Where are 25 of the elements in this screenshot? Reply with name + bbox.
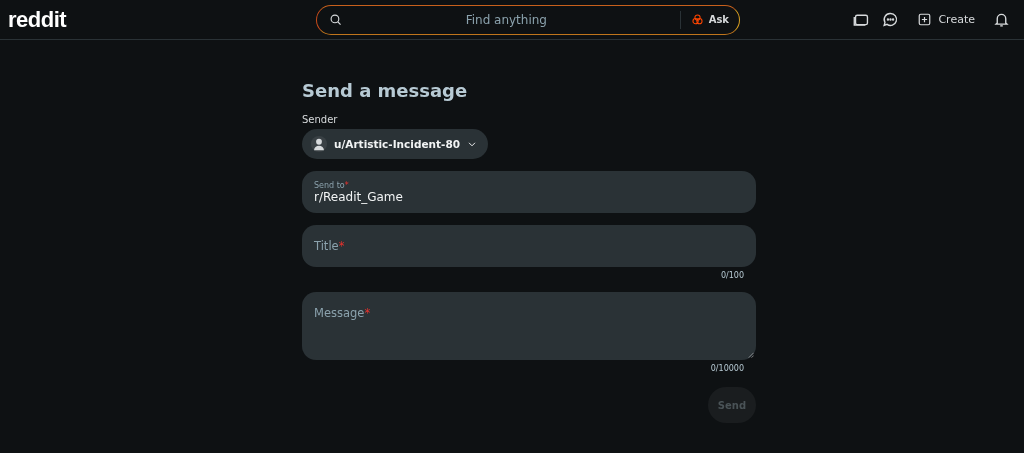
ask-button[interactable]: Ask [690,13,729,26]
sender-dropdown[interactable]: u/Artistic-Incident-80 [302,129,488,159]
plus-icon [917,12,933,27]
input-field[interactable]: Title* [302,225,756,267]
character-counter: 0/10000 [710,364,744,373]
required-mark: * [344,180,349,190]
character-counter: 0/100 [720,271,744,280]
sender-label: Sender [302,114,339,125]
message-field[interactable]: Message* [302,292,756,360]
create-button[interactable]: Create [911,12,981,27]
chat-icon[interactable] [882,11,900,28]
rings-icon [690,13,704,26]
required-mark: * [338,239,345,253]
bell-icon[interactable] [993,11,1010,28]
search-field[interactable]: Find anything Ask [316,4,740,35]
field-label: Send to [314,180,345,190]
page-title: Send a message [302,80,469,101]
logo[interactable]: reddit [8,6,316,33]
field-label: Message [314,306,365,320]
field-label: Title [314,239,339,253]
avatar-icon [310,135,328,153]
required-mark: * [364,306,371,320]
resize-handle-icon[interactable] [747,351,754,358]
input-field[interactable]: Send to* r/Readit_Game [302,171,756,213]
search-icon [329,12,343,27]
